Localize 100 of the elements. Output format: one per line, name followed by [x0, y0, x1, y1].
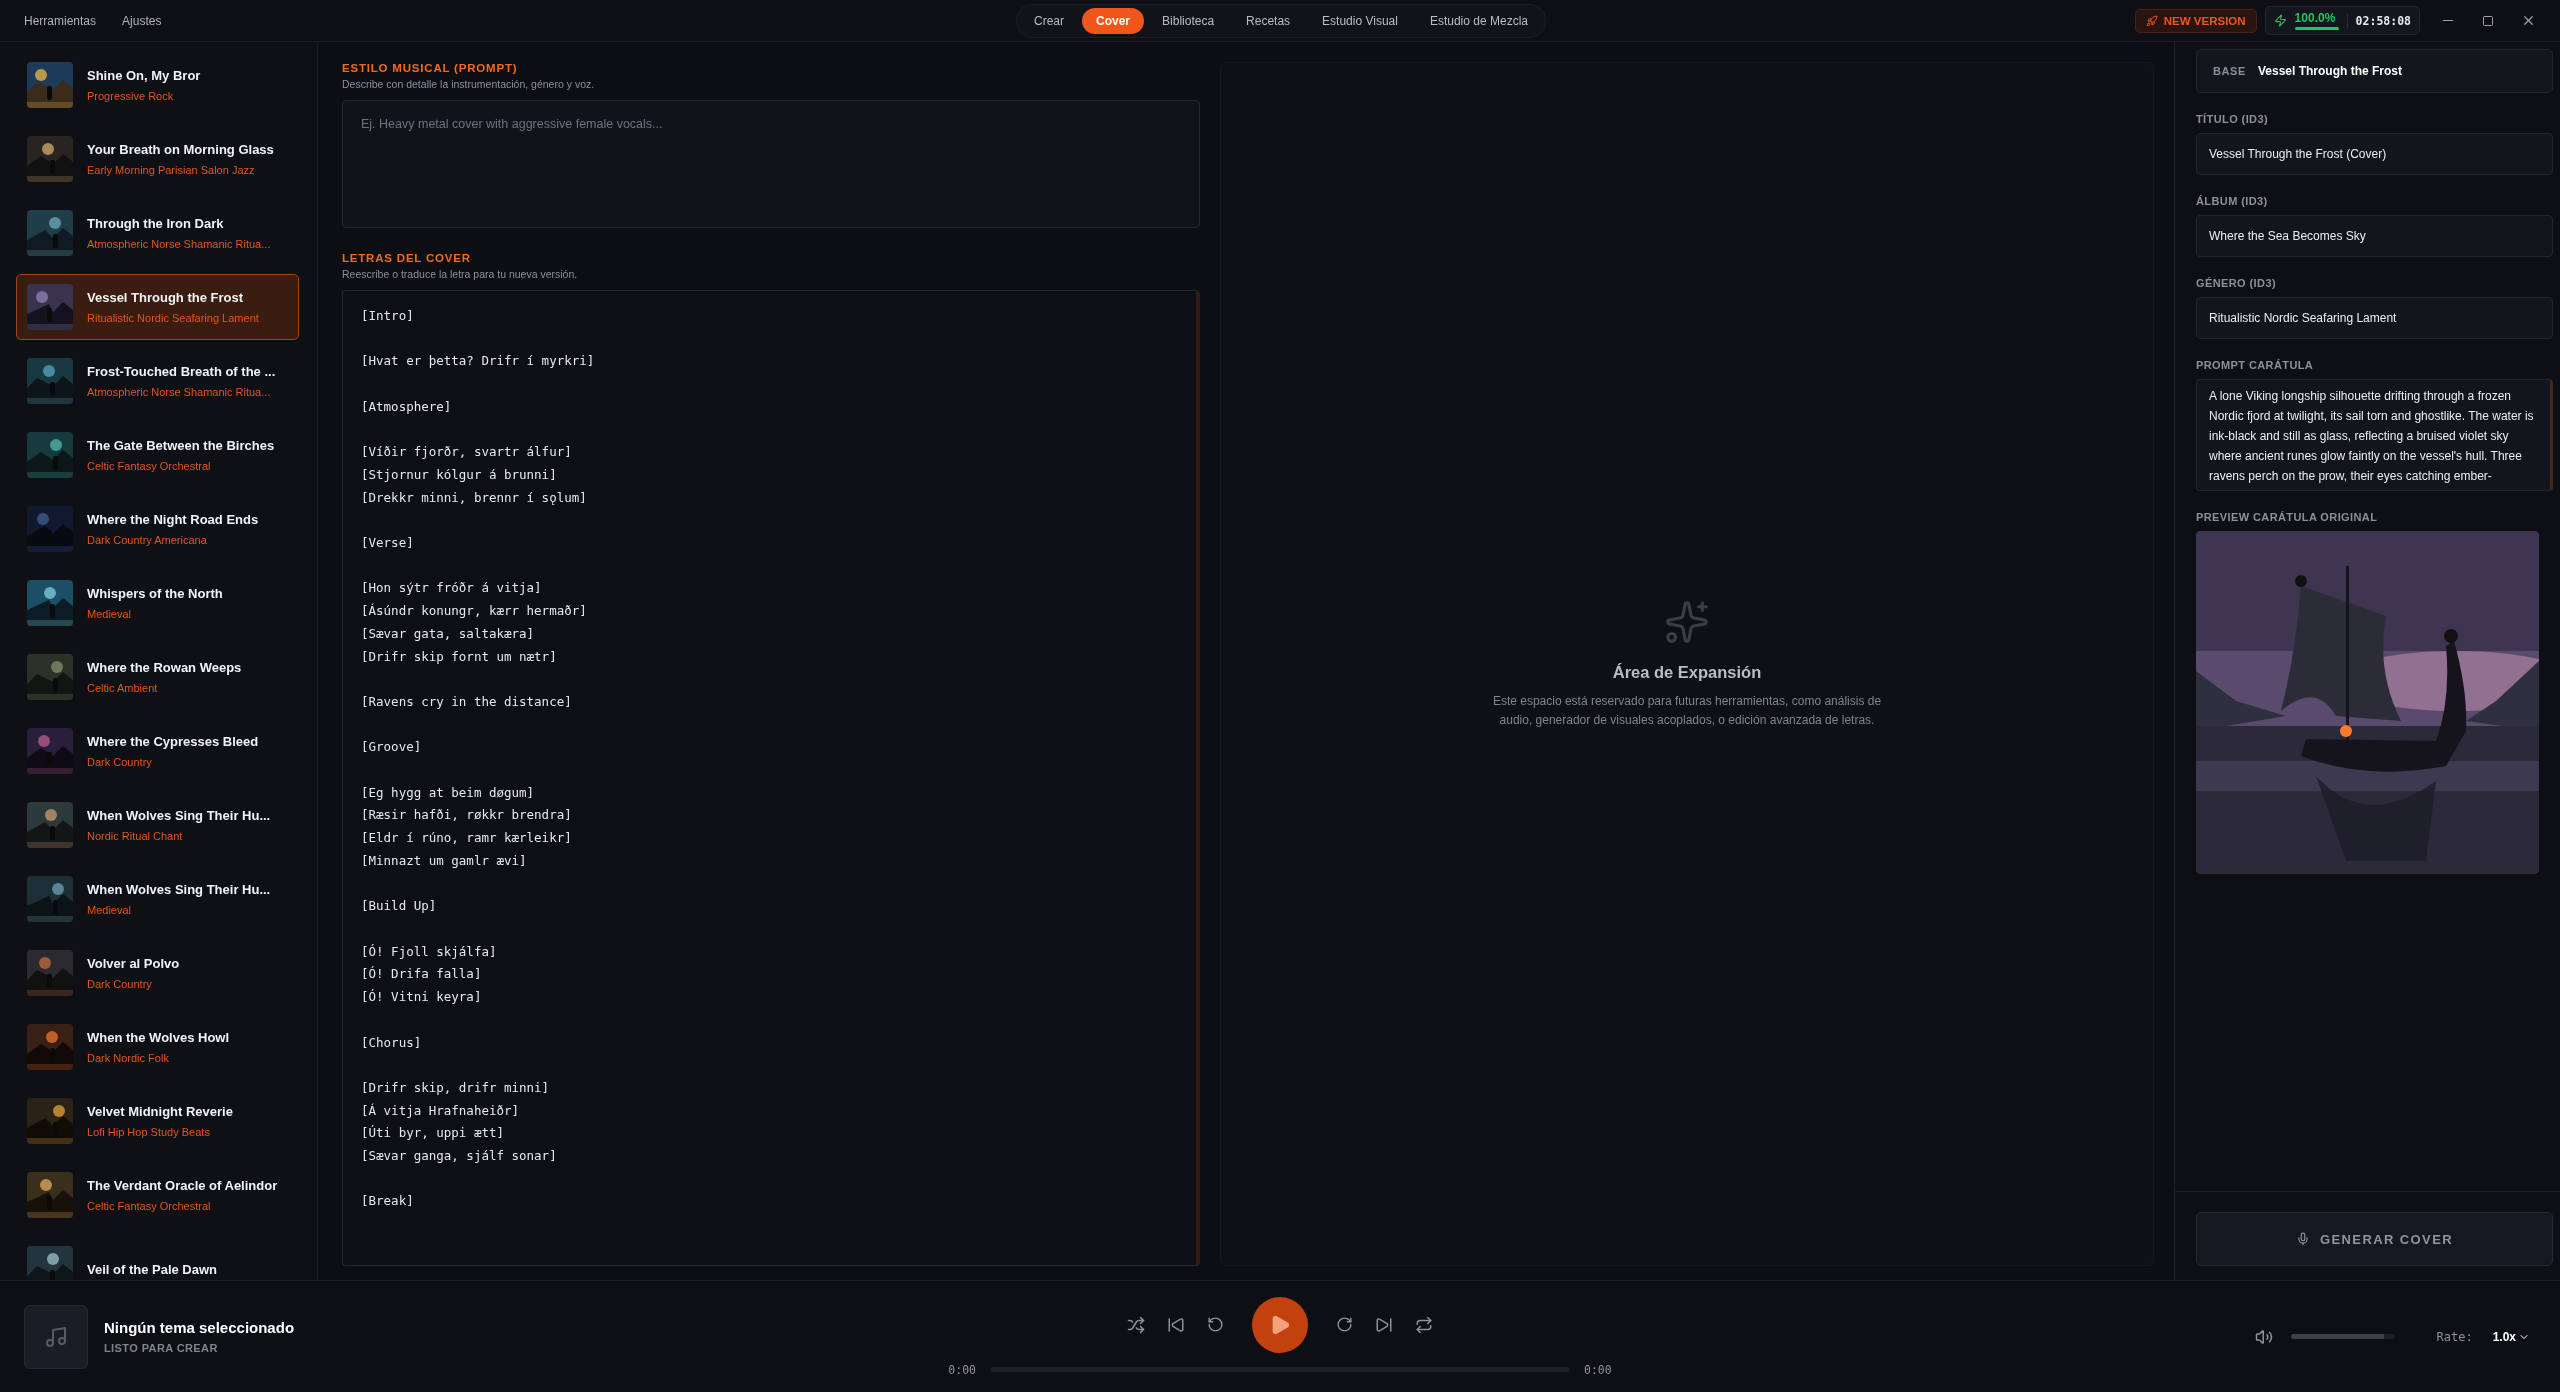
section-hint: Reescribe o traduce la letra para tu nueva versión. — [342, 268, 579, 280]
elapsed-time: 0:00 — [948, 1362, 976, 1377]
input-field[interactable]: Ritualistic Nordic Seafaring Lament — [2196, 297, 2553, 339]
sparkle-icon — [1664, 598, 1710, 645]
input-field[interactable]: Where the Sea Becomes Sky — [2196, 215, 2553, 257]
style-prompt-field[interactable]: Ej. Heavy metal cover with aggressive female vocals... — [342, 100, 1200, 228]
section-hint: Describe con detalle la instrumentación, género y voz. — [342, 78, 596, 90]
song-item[interactable]: Frost-Touched Breath of the ... Atmospheric Norse Shamanic Ritua... — [16, 348, 299, 414]
song-genre: Dark Nordic Folk — [87, 1051, 170, 1065]
repeat-icon — [1415, 1315, 1433, 1334]
field-label: GÉNERO (ID3) — [2196, 277, 2277, 289]
rotate-right-icon — [1336, 1316, 1353, 1333]
song-genre: Medieval — [87, 607, 133, 621]
skip-forward-icon — [1375, 1315, 1393, 1334]
nav-tab[interactable]: Recetas — [1232, 7, 1305, 34]
rocket-icon — [2145, 14, 2158, 27]
rotate-left-icon — [1207, 1316, 1224, 1333]
song-item[interactable]: Whispers of the North Medieval — [16, 570, 299, 636]
panel-description: Este espacio está reservado para futuras herramientas, como análisis de audio, generador de visuales acoplados, o edición avanzada de letras. — [1492, 692, 1882, 729]
song-genre: Atmospheric Norse Shamanic Ritua... — [87, 385, 272, 399]
song-title: Whispers of the North — [87, 585, 223, 602]
song-title: Frost-Touched Breath of the ... — [87, 363, 276, 380]
song-title: Where the Night Road Ends — [87, 511, 259, 528]
song-title: When the Wolves Howl — [87, 1029, 230, 1046]
rate-label: Rate: — [2436, 1329, 2473, 1344]
song-title: Veil of the Pale Dawn — [87, 1260, 218, 1278]
menu-item[interactable]: Herramientas — [14, 9, 107, 32]
generate-button[interactable]: GENERAR COVER — [2196, 1212, 2553, 1266]
nav-tab[interactable]: Estudio Visual — [1308, 7, 1412, 34]
song-item[interactable]: Your Breath on Morning Glass Early Morning Parisian Salon Jazz — [16, 126, 299, 192]
song-genre: Dark Country — [87, 755, 153, 769]
new-version-badge[interactable]: NEW VERSION — [2134, 8, 2257, 33]
song-genre: Atmospheric Norse Shamanic Ritua... — [87, 237, 271, 251]
song-title: The Verdant Oracle of Aelindor — [87, 1177, 278, 1194]
song-item[interactable]: Velvet Midnight Reverie Lofi Hip Hop Study Beats — [16, 1088, 299, 1154]
song-genre: Dark Country — [87, 977, 153, 991]
song-item[interactable]: Volver al Polvo Dark Country — [16, 940, 299, 1006]
song-genre: Medieval — [87, 903, 133, 917]
maximize-icon — [2482, 14, 2494, 27]
field-label: PROMPT CARÁTULA — [2196, 359, 2315, 371]
song-item[interactable]: Where the Cypresses Bleed Dark Country — [16, 718, 299, 784]
song-title: When Wolves Sing Their Hu... — [87, 881, 271, 898]
song-item[interactable]: Where the Night Road Ends Dark Country Americana — [16, 496, 299, 562]
song-genre: Progressive Rock — [87, 89, 175, 103]
base-label: BASE — [2213, 65, 2246, 77]
song-title: Your Breath on Morning Glass — [87, 141, 274, 158]
song-title: Where the Rowan Weeps — [87, 659, 242, 676]
field-label: PREVIEW CARÁTULA ORIGINAL — [2196, 511, 2379, 523]
song-title: When Wolves Sing Their Hu... — [87, 807, 271, 824]
song-item[interactable]: When the Wolves Howl Dark Nordic Folk — [16, 1014, 299, 1080]
song-title: Where the Cypresses Bleed — [87, 733, 259, 750]
track-status: LISTO PARA CREAR — [104, 1342, 219, 1354]
nav-tab[interactable]: Crear — [1020, 7, 1078, 34]
song-title: The Gate Between the Birches — [87, 437, 275, 454]
cover-prompt-field[interactable]: A lone Viking longship silhouette drifting through a frozen Nordic fjord at twilight, its sail torn and ghostlike. The water is ink-black and still as glass, reflecting a bruised violet sky where ancient runes glow faintly on the vessel's hull. Three ravens perch on the prow, their eyes catching ember- — [2196, 379, 2553, 491]
bolt-icon — [2273, 14, 2287, 27]
song-genre: Nordic Ritual Chant — [87, 829, 184, 843]
menu-item[interactable]: Ajustes — [112, 9, 172, 32]
song-genre: Ritualistic Nordic Seafaring Lament — [87, 311, 259, 325]
song-item[interactable]: When Wolves Sing Their Hu... Medieval — [16, 866, 299, 932]
timer: 02:58:08 — [2346, 13, 2411, 28]
song-title: Volver al Polvo — [87, 955, 180, 972]
song-item[interactable]: The Verdant Oracle of Aelindor Celtic Fantasy Orchestral — [16, 1162, 299, 1228]
song-genre: Early Morning Parisian Salon Jazz — [87, 163, 256, 177]
song-item[interactable]: Vessel Through the Frost Ritualistic Nordic Seafaring Lament — [16, 274, 299, 340]
shuffle-icon — [1127, 1315, 1145, 1334]
song-title: Velvet Midnight Reverie — [87, 1103, 233, 1120]
progress-percent: 100.0% — [2294, 11, 2337, 25]
song-item[interactable]: Where the Rowan Weeps Celtic Ambient — [16, 644, 299, 710]
base-value: Vessel Through the Frost — [2257, 64, 2402, 78]
volume-icon — [2254, 1327, 2273, 1346]
song-item[interactable]: The Gate Between the Birches Celtic Fantasy Orchestral — [16, 422, 299, 488]
song-genre: Dark Country Americana — [87, 533, 208, 547]
badge-label: NEW VERSION — [2163, 14, 2246, 27]
song-item[interactable]: When Wolves Sing Their Hu... Nordic Ritual Chant — [16, 792, 299, 858]
song-genre: Celtic Ambient — [87, 681, 159, 695]
panel-title: Área de Expansión — [1612, 662, 1762, 682]
nav-tab[interactable]: Biblioteca — [1148, 7, 1229, 34]
music-note-icon — [44, 1324, 68, 1349]
lyrics-field[interactable]: [Intro] [Hvat er þetta? Drifr í myrkri] [Atmosphere] [Víðir fjorðr, svartr álfur] [Stjornur kólgur á brunni] [Drekkr minni, brennr í sǫlum] [Verse] [Hon sýtr fróðr á vitja] [Ásúndr konungr, kærr hermaðr] [Sævar gata, saltakæra] [Drifr skip fornt um nætr] [Ravens cry in the distance] [Groove] [Eg hygg at beim døgum] [Ræsir hafði, røkkr brendra] [Eldr í rúno, ramr kærleikr] [Minnazt um gamlr ævi] [Build Up] [Ó! Fjoll skjálfa] [Ó! Drifa falla] [Ó! Vitni keyra] [Chorus] [Drifr skip, drifr minni] [Á vitja Hrafnaheiðr] [Úti byr, uppi ætt] [Sævar ganga, sjálf sonar] [Break] — [342, 290, 1200, 1266]
track-title: Ningún tema seleccionado — [104, 1319, 295, 1336]
song-title: Vessel Through the Frost — [87, 289, 245, 306]
section-heading: ESTILO MUSICAL (PROMPT) — [342, 62, 519, 74]
field-label: TÍTULO (ID3) — [2196, 113, 2269, 125]
nav-tab[interactable]: Estudio de Mezcla — [1415, 7, 1542, 34]
song-title: Through the Iron Dark — [87, 215, 225, 232]
total-time: 0:00 — [1584, 1362, 1612, 1377]
microphone-icon — [2295, 1232, 2310, 1246]
song-title: Shine On, My Bror — [87, 67, 201, 84]
skip-back-icon — [1167, 1315, 1185, 1334]
song-item[interactable]: Shine On, My Bror Progressive Rock — [16, 52, 299, 118]
field-label: ÁLBUM (ID3) — [2196, 195, 2269, 207]
song-genre: Celtic Fantasy Orchestral — [87, 459, 212, 473]
section-heading: LETRAS DEL COVER — [342, 252, 472, 264]
minimize-icon — [2443, 19, 2453, 22]
song-item[interactable]: Through the Iron Dark Atmospheric Norse Shamanic Ritua... — [16, 200, 299, 266]
input-field[interactable]: Vessel Through the Frost (Cover) — [2196, 133, 2553, 175]
song-genre: Lofi Hip Hop Study Beats — [87, 1125, 211, 1139]
song-genre: Celtic Fantasy Orchestral — [87, 1199, 212, 1213]
rate-dropdown[interactable]: 1.0x — [2486, 1328, 2536, 1345]
